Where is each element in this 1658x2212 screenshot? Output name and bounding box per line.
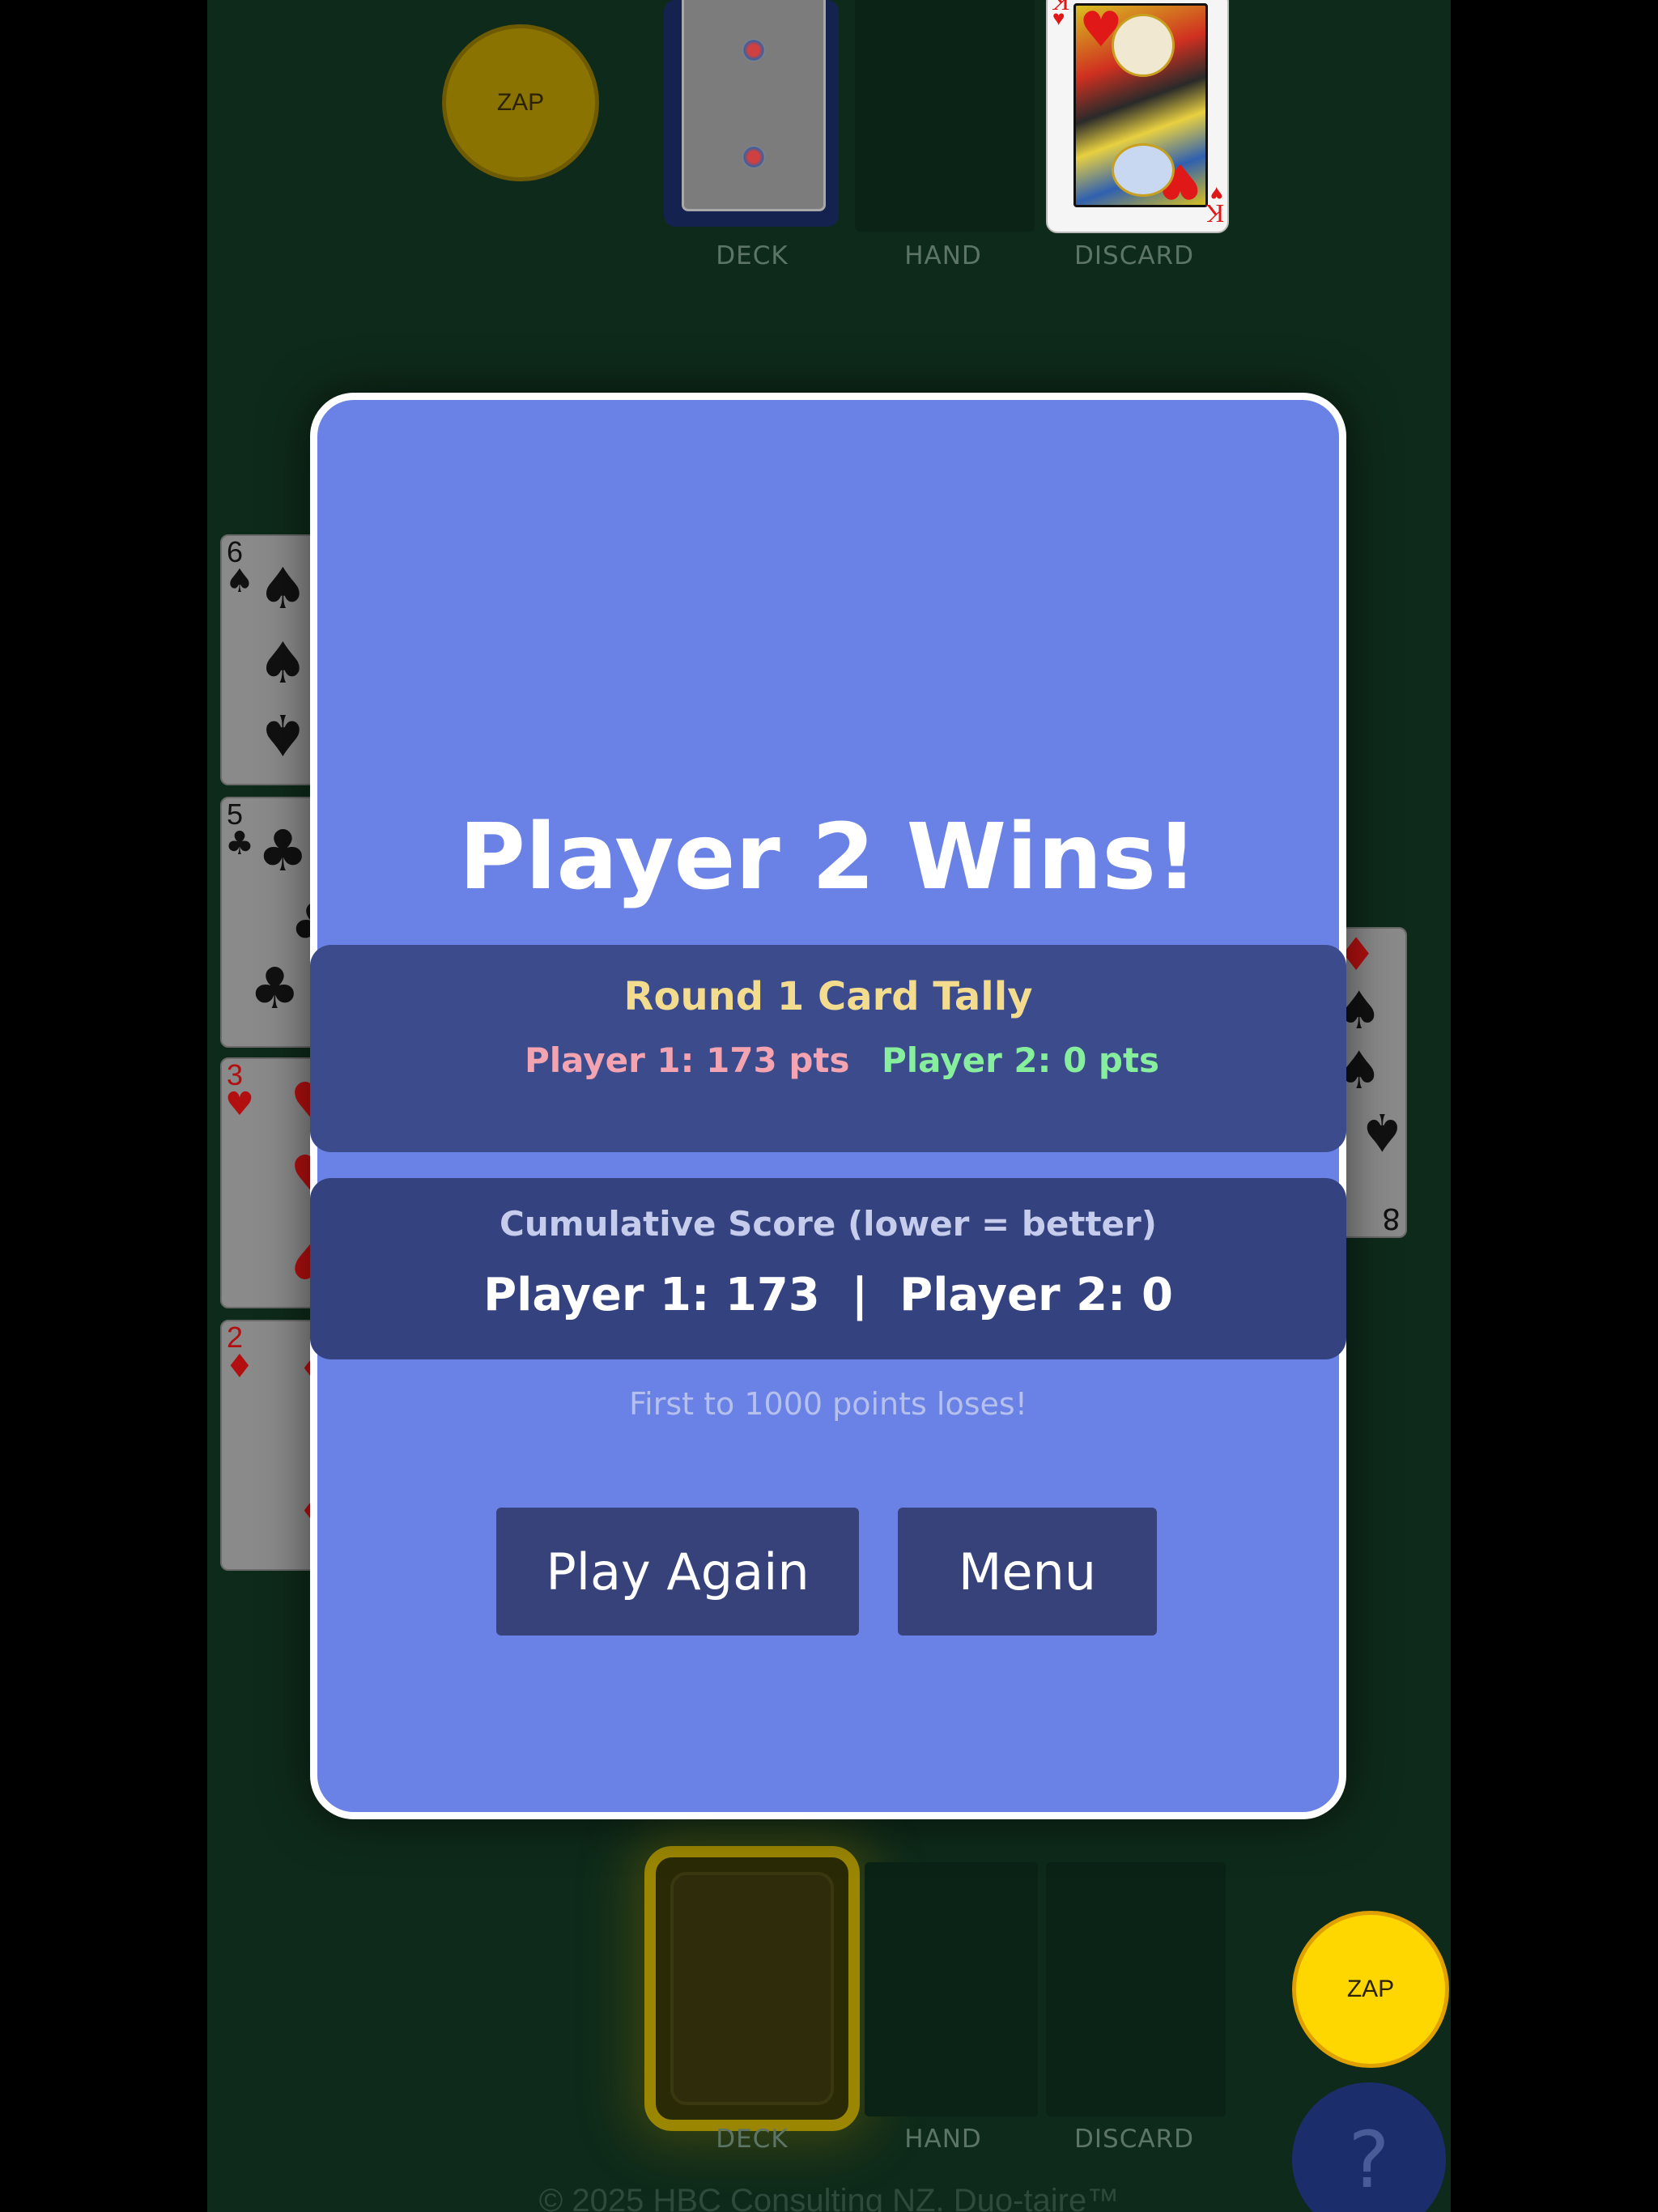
player-hand-slot[interactable]: [865, 1862, 1038, 2116]
heart-icon: ♥: [1079, 2, 1123, 58]
opponent-discard-label: DISCARD: [1074, 241, 1194, 270]
card-back-logo-icon: [742, 39, 765, 62]
player-discard-label: DISCARD: [1074, 2125, 1194, 2154]
cumulative-scores: Player 1: 173 | Player 2: 0: [483, 1269, 1173, 1321]
win-dialog: Player 2 Wins! Round 1 Card Tally Player…: [310, 393, 1346, 1819]
round-tally-panel: Round 1 Card Tally Player 1: 173 pts Pla…: [310, 945, 1346, 1152]
play-again-button[interactable]: Play Again: [496, 1508, 859, 1636]
left-card-6-spades[interactable]: 6 ♠ ♠ ♠ ♠: [220, 534, 321, 785]
player-deck-label: DECK: [716, 2125, 789, 2154]
opponent-zap-button[interactable]: ZAP: [442, 24, 599, 181]
player-zap-label: ZAP: [1346, 1976, 1395, 2002]
heart-icon: ♥: [1209, 182, 1222, 206]
club-icon: ♣: [249, 955, 300, 1022]
opponent-hand-slot: [855, 0, 1035, 232]
heart-icon: ♥: [1052, 6, 1065, 30]
spade-icon: ♠: [257, 630, 308, 696]
card-rank: 8: [1382, 1202, 1401, 1235]
club-icon: ♣: [257, 818, 308, 884]
player-hand-label: HAND: [904, 2125, 982, 2154]
spade-icon: ♠: [225, 563, 254, 600]
spade-icon: ♠: [257, 555, 308, 622]
player-deck-card-back: [670, 1872, 834, 2105]
player-zap-button[interactable]: ZAP: [1292, 1911, 1449, 2068]
club-icon: ♣: [225, 825, 254, 862]
card-back-logo-icon: [742, 146, 765, 168]
opponent-deck-label: DECK: [716, 241, 789, 270]
tally-player1: Player 1: 173 pts: [525, 1040, 850, 1080]
tally-player2: Player 2: 0 pts: [882, 1040, 1160, 1080]
opponent-discard-king-of-hearts: K ♥ ♥ ♥ K ♥: [1046, 0, 1229, 233]
copyright-footer: © 2025 HBC Consulting NZ. Duo-taire™: [538, 2183, 1120, 2212]
left-card-2-diamonds[interactable]: 2 ♦ ♦ ♦: [220, 1320, 321, 1571]
game-rule-note: First to 1000 points loses!: [629, 1386, 1027, 1422]
player-deck-pile[interactable]: [644, 1846, 860, 2131]
cumulative-score-panel: Cumulative Score (lower = better) Player…: [310, 1178, 1346, 1359]
left-card-3-hearts[interactable]: 3 ♥ ♥ ♥ ♥: [220, 1057, 321, 1308]
opponent-hand-label: HAND: [904, 241, 982, 270]
menu-button[interactable]: Menu: [898, 1508, 1157, 1636]
king-head-bottom: [1112, 143, 1175, 197]
cumulative-heading: Cumulative Score (lower = better): [500, 1204, 1157, 1244]
opponent-deck-pile: [664, 0, 839, 227]
winner-title: Player 2 Wins!: [458, 805, 1198, 910]
opponent-zap-label: ZAP: [496, 89, 545, 116]
spade-icon: ♠: [257, 701, 308, 768]
king-face-art: ♥ ♥: [1073, 2, 1208, 209]
diamond-icon: ♦: [225, 1348, 254, 1385]
left-card-5-clubs[interactable]: 5 ♣ ♣ ♣ ♣: [220, 797, 321, 1048]
heart-icon: ♥: [225, 1086, 254, 1123]
player-discard-slot[interactable]: [1046, 1862, 1226, 2116]
round-tally-heading: Round 1 Card Tally: [623, 974, 1033, 1019]
